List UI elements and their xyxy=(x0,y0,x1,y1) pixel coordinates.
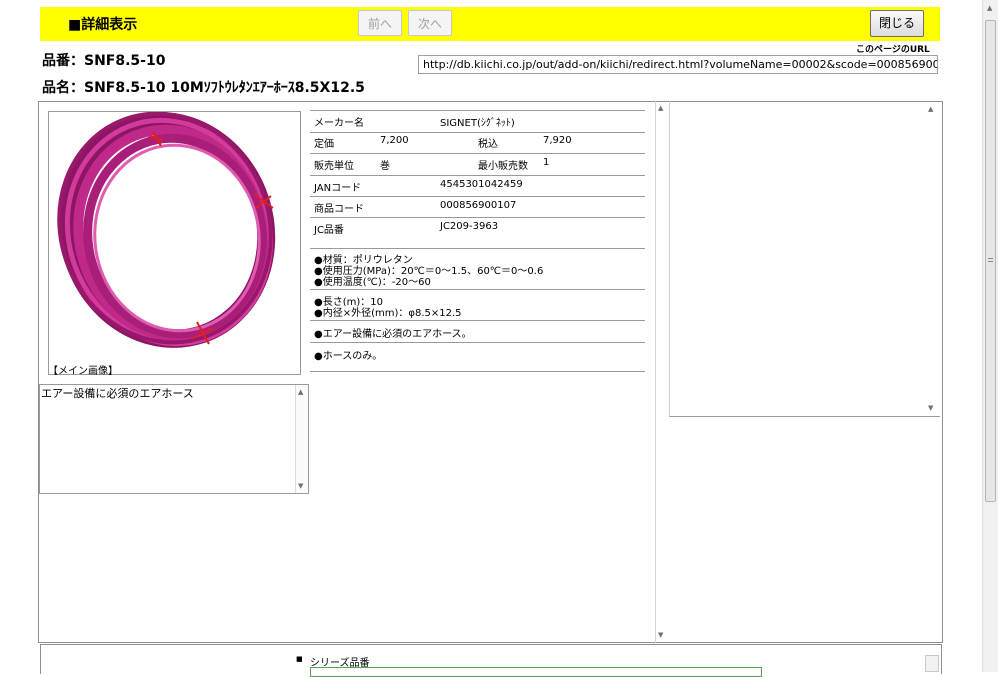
next-button[interactable]: 次へ xyxy=(408,10,452,36)
close-button[interactable]: 閉じる xyxy=(870,10,924,37)
left-pane-scrollbar[interactable]: ▲ ▼ xyxy=(655,101,668,643)
scroll-down-icon[interactable]: ▼ xyxy=(658,631,663,639)
spec-row-price: 定価 7,200 税込 7,920 xyxy=(310,132,645,154)
scroll-up-icon[interactable]: ▲ xyxy=(298,388,303,396)
maker-value: SIGNET(ｼｸﾞﾈｯﾄ) xyxy=(440,118,515,129)
description-scrollbar[interactable]: ▲ ▼ xyxy=(295,385,308,493)
top-toolbar xyxy=(40,7,940,41)
scroll-down-icon[interactable]: ▼ xyxy=(298,482,303,490)
series-scrollbar[interactable] xyxy=(925,655,939,672)
code-value: 000856900107 xyxy=(440,200,517,211)
feature-block-size: ●長さ(m)：10 ●内径×外径(mm)：φ8.5×12.5 xyxy=(310,290,645,321)
page-title: ■詳細表示 xyxy=(68,17,138,33)
product-name: 品名：SNF8.5-10 10Mｿﾌﾄｳﾚﾀﾝｴｱｰﾎｰｽ8.5X12.5 xyxy=(42,80,365,96)
hose-coil-image xyxy=(57,111,276,348)
page-scrollbar[interactable]: ▲ xyxy=(982,0,998,672)
page-scrollbar-thumb[interactable] xyxy=(985,20,996,502)
prev-button[interactable]: 前へ xyxy=(358,10,402,36)
feature-line: ●ホースのみ。 xyxy=(314,351,383,362)
feature-block-usage: ●エアー設備に必須のエアホース。 xyxy=(310,321,645,343)
product-number: 品番：SNF8.5-10 xyxy=(42,53,166,69)
scroll-down-icon[interactable]: ▼ xyxy=(928,404,933,412)
tax-incl-label: 税込 xyxy=(478,139,498,150)
list-price-value: 7,200 xyxy=(380,135,409,146)
feature-line: ●エアー設備に必須のエアホース。 xyxy=(314,329,472,340)
feature-line: ●使用温度(℃)：-20～60 xyxy=(314,277,431,288)
jc-label: JC品番 xyxy=(314,225,344,236)
image-caption: 【メイン画像】 xyxy=(48,366,118,377)
jc-value: JC209-3963 xyxy=(440,221,499,232)
min-qty-label: 最小販売数 xyxy=(478,161,528,172)
product-image xyxy=(48,111,301,375)
list-price-label: 定価 xyxy=(314,139,334,150)
right-top-panel xyxy=(669,101,940,417)
unit-value: 巻 xyxy=(380,161,390,172)
spec-row-maker: メーカー名 SIGNET(ｼｸﾞﾈｯﾄ) xyxy=(310,110,645,133)
page-url-label: このページのURL xyxy=(856,45,930,55)
scroll-up-icon[interactable]: ▲ xyxy=(987,4,992,12)
series-table xyxy=(310,667,762,677)
feature-line: ●内径×外径(mm)：φ8.5×12.5 xyxy=(314,308,462,319)
feature-block-material: ●材質：ポリウレタン ●使用圧力(MPa)：20℃＝0～1.5、60℃＝0～0.… xyxy=(310,249,645,290)
spec-row-unit: 販売単位 巻 最小販売数 1 xyxy=(310,154,645,176)
tax-incl-value: 7,920 xyxy=(543,135,572,146)
min-qty-value: 1 xyxy=(543,157,550,168)
description-textarea[interactable]: エアー設備に必須のエアホース xyxy=(39,384,309,494)
bullet-icon: ■ xyxy=(296,655,303,663)
page-url-field[interactable]: http://db.kiichi.co.jp/out/add-on/kiichi… xyxy=(418,55,938,74)
scroll-up-icon[interactable]: ▲ xyxy=(658,104,663,112)
code-label: 商品コード xyxy=(314,204,364,215)
unit-label: 販売単位 xyxy=(314,161,354,172)
maker-label: メーカー名 xyxy=(314,118,364,129)
right-panel-scrollbar[interactable]: ▲ ▼ xyxy=(926,103,939,415)
feature-block-note: ●ホースのみ。 xyxy=(310,343,645,372)
jan-label: JANコード xyxy=(314,183,362,194)
spec-row-jan: JANコード 4545301042459 xyxy=(310,176,645,197)
spec-row-code: 商品コード 000856900107 xyxy=(310,197,645,218)
scroll-up-icon[interactable]: ▲ xyxy=(928,105,933,113)
jan-value: 4545301042459 xyxy=(440,179,523,190)
spec-row-jc: JC品番 JC209-3963 xyxy=(310,218,645,249)
grip-icon xyxy=(988,258,993,262)
